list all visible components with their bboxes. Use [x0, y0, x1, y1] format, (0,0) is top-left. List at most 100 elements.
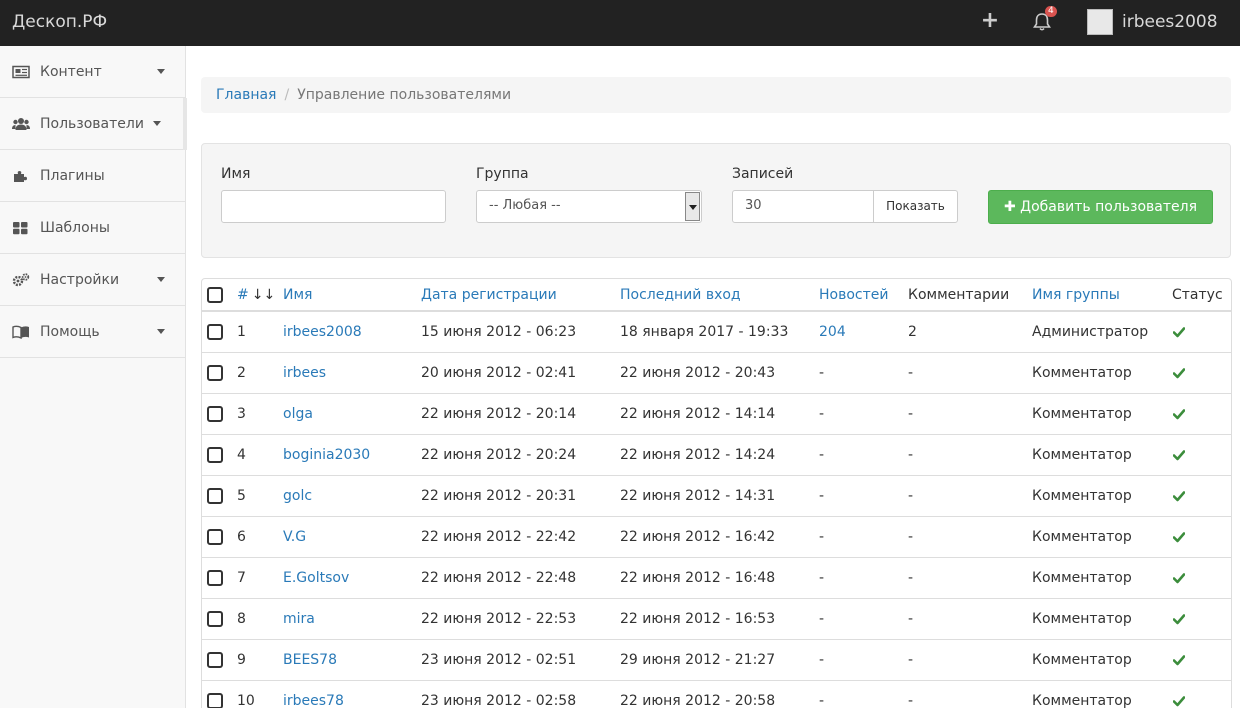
cell-last-login: 22 июня 2012 - 14:24 [620, 447, 776, 463]
add-user-button[interactable]: ✚ Добавить пользователя [988, 190, 1213, 224]
row-checkbox[interactable] [207, 529, 223, 545]
sort-icon[interactable]: ↓↓ [252, 287, 275, 303]
check-icon [1173, 450, 1185, 461]
cell-last-login: 22 июня 2012 - 20:43 [620, 365, 776, 381]
sidebar-item-users[interactable]: Пользователи [0, 98, 187, 150]
row-checkbox-cell [207, 394, 223, 434]
cell-comments-count: - [908, 652, 914, 668]
name-filter-input[interactable] [221, 190, 446, 223]
sidebar-item-plugins[interactable]: Плагины [0, 150, 185, 202]
row-checkbox[interactable] [207, 365, 223, 381]
breadcrumb-current: Управление пользователями [297, 87, 512, 103]
status-cell [1173, 517, 1185, 557]
breadcrumb-home-link[interactable]: Главная [216, 87, 276, 103]
user-name-link[interactable]: E.Goltsov [283, 558, 349, 598]
user-name-link[interactable]: olga [283, 394, 313, 434]
cell-group-name: Комментатор [1032, 488, 1132, 504]
name-filter-label: Имя [221, 166, 251, 182]
cell-comments-count: - [908, 488, 914, 504]
cell-id: 1 [237, 324, 246, 340]
user-name-link[interactable]: boginia2030 [283, 435, 370, 475]
table-row: 5 golc 22 июня 2012 - 20:31 22 июня 2012 - … [202, 476, 1231, 517]
row-checkbox[interactable] [207, 570, 223, 586]
user-name-link[interactable]: mira [283, 599, 315, 639]
add-user-button-label: Добавить пользователя [1020, 199, 1197, 215]
col-last-header[interactable]: Последний вход [620, 279, 741, 310]
breadcrumb-separator: / [284, 87, 290, 103]
avatar-image[interactable] [1087, 9, 1113, 35]
cell-id: 10 [237, 693, 255, 708]
select-all-checkbox[interactable] [207, 286, 223, 303]
row-checkbox[interactable] [207, 693, 223, 708]
sidebar-item-label: Плагины [40, 167, 105, 184]
cell-news-count: - [819, 693, 825, 708]
group-filter-label: Группа [476, 166, 529, 182]
row-checkbox[interactable] [207, 447, 223, 463]
cell-comments-count: 2 [908, 324, 917, 340]
user-name-link[interactable]: irbees [283, 353, 326, 393]
chevron-down-icon[interactable] [685, 192, 700, 221]
caret-down-icon [157, 329, 165, 334]
status-cell [1173, 394, 1185, 434]
cell-news-count: - [819, 447, 825, 463]
user-menu[interactable]: irbees2008 [1122, 12, 1218, 32]
status-cell [1173, 599, 1185, 639]
row-checkbox-cell [207, 476, 223, 516]
table-row: 6 V.G 22 июня 2012 - 22:42 22 июня 2012 - 1… [202, 517, 1231, 558]
row-checkbox[interactable] [207, 488, 223, 504]
user-name-link[interactable]: irbees2008 [283, 312, 362, 352]
cell-news-count: - [819, 488, 825, 504]
group-select[interactable]: -- Любая -- [476, 190, 702, 223]
table-row: 7 E.Goltsov 22 июня 2012 - 22:48 22 июня 20… [202, 558, 1231, 599]
cell-news-count: - [819, 611, 825, 627]
col-group-header[interactable]: Имя группы [1032, 279, 1120, 310]
user-name-link[interactable]: BEES78 [283, 640, 337, 680]
sidebar-item-content[interactable]: Контент [0, 46, 185, 98]
row-checkbox[interactable] [207, 611, 223, 627]
cell-group-name: Комментатор [1032, 447, 1132, 463]
cell-news-count: - [819, 529, 825, 545]
row-checkbox-cell [207, 558, 223, 598]
user-name-link[interactable]: V.G [283, 517, 306, 557]
cell-id: 5 [237, 488, 246, 504]
cell-comments-count: - [908, 406, 914, 422]
top-navbar: Дескоп.РФ + 4 irbees2008 [0, 0, 1240, 46]
cell-id: 6 [237, 529, 246, 545]
sidebar-item-help[interactable]: Помощь [0, 306, 185, 358]
records-input[interactable]: 30 [732, 190, 874, 223]
col-name-header[interactable]: Имя [283, 279, 312, 310]
caret-down-icon [153, 121, 161, 126]
check-icon [1173, 368, 1185, 379]
table-row: 1 irbees2008 15 июня 2012 - 06:23 18 января… [202, 312, 1231, 353]
col-reg-header[interactable]: Дата регистрации [421, 279, 557, 310]
newspaper-icon [12, 65, 30, 79]
cell-group-name: Комментатор [1032, 529, 1132, 545]
cell-id: 9 [237, 652, 246, 668]
user-name-link[interactable]: golc [283, 476, 312, 516]
cell-news-count[interactable]: 204 [819, 312, 846, 352]
filter-panel: Имя Группа -- Любая -- Записей 30 Показа… [201, 143, 1231, 258]
cell-last-login: 22 июня 2012 - 16:48 [620, 570, 776, 586]
row-checkbox[interactable] [207, 652, 223, 668]
check-icon [1173, 409, 1185, 420]
status-cell [1173, 312, 1185, 352]
row-checkbox[interactable] [207, 324, 223, 340]
group-select-value: -- Любая -- [489, 198, 561, 213]
cell-group-name: Администратор [1032, 324, 1149, 340]
show-button[interactable]: Показать [873, 190, 958, 223]
table-row: 10 irbees78 23 июня 2012 - 02:58 22 июня 20… [202, 681, 1231, 708]
status-cell [1173, 435, 1185, 475]
sidebar-item-templates[interactable]: Шаблоны [0, 202, 185, 254]
check-icon [1173, 655, 1185, 666]
cell-group-name: Комментатор [1032, 611, 1132, 627]
brand-logo[interactable]: Дескоп.РФ [12, 12, 107, 32]
row-checkbox[interactable] [207, 406, 223, 422]
cell-news-count: - [819, 570, 825, 586]
cell-id: 3 [237, 406, 246, 422]
col-num-header[interactable]: # ↓↓ [237, 279, 275, 310]
plus-icon[interactable]: + [979, 10, 1001, 32]
col-news-header[interactable]: Новостей [819, 279, 888, 310]
check-icon [1173, 491, 1185, 502]
sidebar-item-settings[interactable]: Настройки [0, 254, 185, 306]
user-name-link[interactable]: irbees78 [283, 681, 344, 708]
